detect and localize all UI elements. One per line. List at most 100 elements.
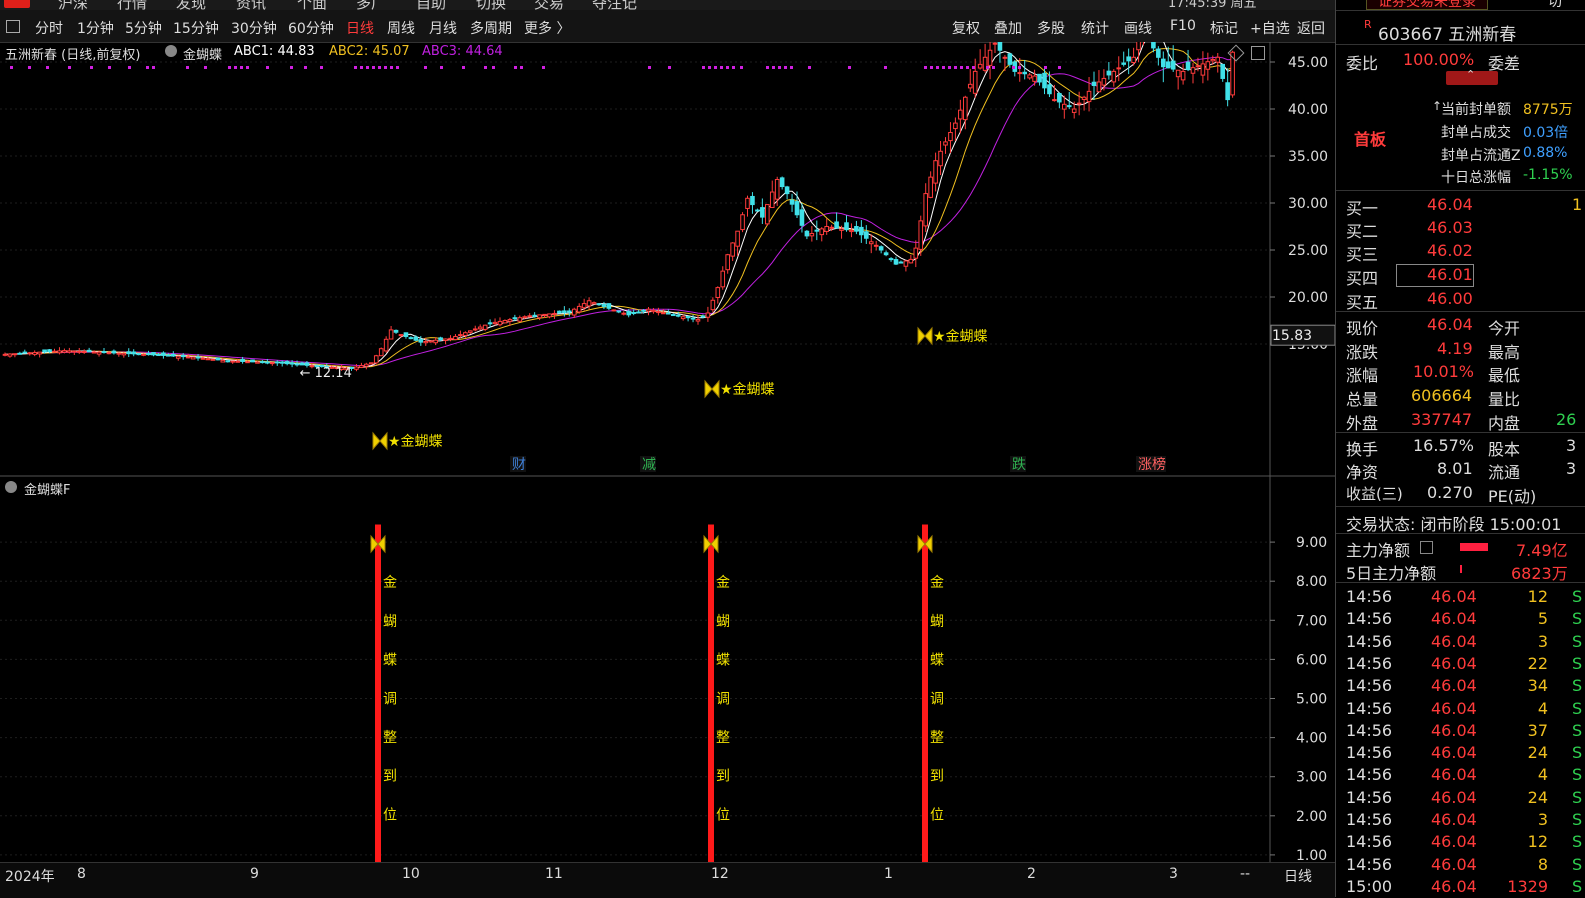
panel-toggle-icon[interactable] [6,20,20,33]
candle-body[interactable] [789,199,795,205]
candle-body[interactable] [933,160,938,184]
candle-body[interactable] [547,313,552,318]
candle-body[interactable] [972,70,978,94]
candle-body[interactable] [453,335,458,341]
candle-body[interactable] [37,351,42,355]
candle-body[interactable] [725,254,731,271]
period-tab-15min[interactable]: 15分钟 [173,18,219,38]
candle-body[interactable] [730,242,735,257]
candle-body[interactable] [180,354,186,358]
candle-body[interactable] [1007,53,1013,65]
candlestick-series[interactable] [2,42,1235,372]
subchart-indicator-name[interactable]: 金蝴蝶F [24,479,70,498]
candle-body[interactable] [552,312,557,315]
candle-body[interactable] [953,122,958,130]
candle-body[interactable] [32,351,38,355]
candle-body[interactable] [364,363,369,367]
candle-body[interactable] [873,244,879,247]
candle-body[interactable] [799,209,805,226]
candle-body[interactable] [517,317,523,322]
menu-item[interactable]: 夺注记 [592,0,637,10]
menu-item[interactable]: 切换 [476,0,506,10]
butterfly-icon[interactable] [372,431,381,451]
candle-body[interactable] [141,353,146,356]
menu-item[interactable]: 发现 [176,0,206,10]
action-biaoji-button[interactable]: 标记 [1210,18,1238,38]
period-tab-multi[interactable]: 多周期 [470,18,512,38]
candle-body[interactable] [423,340,429,344]
candle-body[interactable] [161,352,166,356]
candle-body[interactable] [146,352,151,356]
candle-body[interactable] [185,356,191,359]
candle-body[interactable] [96,351,102,355]
candle-body[interactable] [814,229,820,232]
candle-body[interactable] [1017,72,1023,75]
action-fuquan-button[interactable]: 复权 [952,18,980,38]
candle-body[interactable] [12,353,18,356]
candle-body[interactable] [171,353,176,357]
candle-body[interactable] [91,351,97,354]
candle-body[interactable] [403,332,409,337]
candle-body[interactable] [131,351,136,355]
candle-body[interactable] [839,228,844,231]
candle-body[interactable] [121,352,127,356]
candle-body[interactable] [448,337,453,340]
candle-body[interactable] [1200,63,1206,76]
candle-body[interactable] [695,319,701,322]
candle-body[interactable] [359,365,364,368]
candle-body[interactable] [235,360,240,363]
candle-body[interactable] [76,350,82,353]
candle-body[interactable] [740,214,745,231]
candle-body[interactable] [42,349,47,353]
candle-body[interactable] [383,338,389,352]
candle-body[interactable] [294,363,300,366]
candle-body[interactable] [47,349,52,353]
candle-body[interactable] [562,310,567,314]
candle-body[interactable] [52,350,57,353]
candle-body[interactable] [809,233,815,237]
event-tag[interactable]: 涨榜 [1138,456,1166,473]
bid-price[interactable]: 46.00 [1427,289,1473,308]
period-tab-30min[interactable]: 30分钟 [231,18,277,38]
candle-body[interactable] [151,352,156,356]
candle-body[interactable] [938,150,943,167]
candle-body[interactable] [898,261,904,264]
butterfly-icon[interactable] [917,326,926,346]
menu-item[interactable]: 个面 [297,0,327,10]
candle-body[interactable] [1081,96,1087,100]
candle-body[interactable] [581,303,587,309]
candle-body[interactable] [1165,61,1171,69]
candle-body[interactable] [190,356,196,360]
candle-body[interactable] [646,308,651,312]
candle-body[interactable] [289,362,295,365]
candle-body[interactable] [166,354,171,357]
candle-body[interactable] [690,317,696,320]
candle-body[interactable] [255,361,260,364]
event-tag[interactable]: 财 [512,457,526,473]
candle-body[interactable] [1225,82,1230,101]
butterfly-icon[interactable] [711,379,720,399]
candle-body[interactable] [1096,81,1102,93]
candle-body[interactable] [779,177,785,188]
candle-body[interactable] [215,357,221,361]
period-tab-1min[interactable]: 1分钟 [77,18,114,38]
candle-body[interactable] [398,334,404,337]
candle-body[interactable] [636,311,641,314]
candle-body[interactable] [1002,56,1008,59]
candle-body[interactable] [1126,56,1131,62]
candle-body[interactable] [81,351,87,354]
chart-canvas[interactable]: 53.20← 12.14★金蝴蝶★金蝴蝶★金蝴蝶财减跌涨榜 金蝴蝶调整到位金蝴蝶… [0,42,1335,862]
candle-body[interactable] [443,338,448,342]
candle-body[interactable] [245,361,250,364]
candle-body[interactable] [1175,69,1181,78]
menu-item[interactable]: 交易 [534,0,564,10]
candle-body[interactable] [705,312,711,318]
candle-body[interactable] [22,351,28,354]
candle-body[interactable] [829,226,834,229]
candle-body[interactable] [1121,62,1127,65]
candle-body[interactable] [967,83,973,89]
candle-body[interactable] [57,350,62,354]
stock-code-name[interactable]: 603667 五洲新春 [1378,20,1516,45]
candle-body[interactable] [537,314,542,319]
candle-body[interactable] [1220,63,1226,79]
